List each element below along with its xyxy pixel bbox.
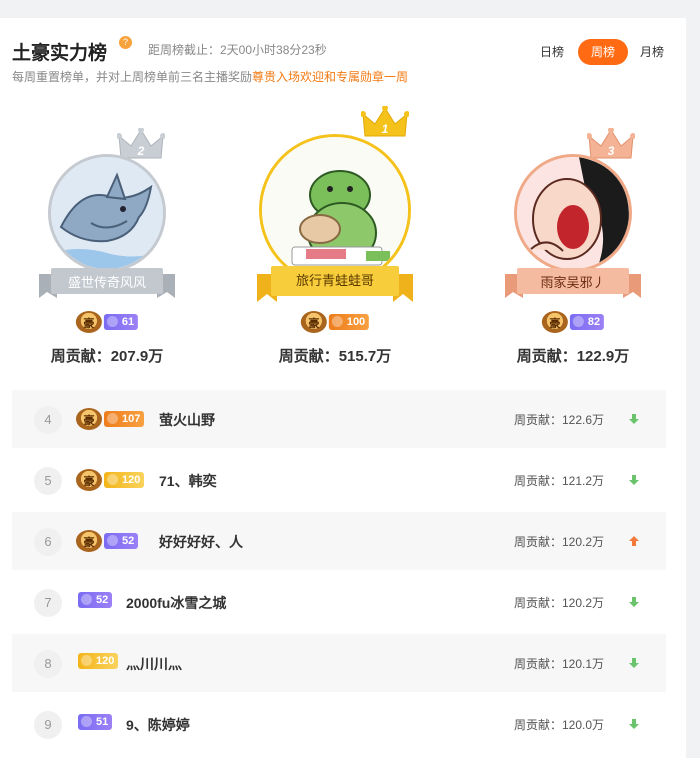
podium-badges: 82 bbox=[541, 311, 605, 333]
podium-contribution: 周贡献：515.7万 bbox=[278, 348, 392, 365]
list-item[interactable]: 4 107 萤火山野 周贡献：122.6万 bbox=[12, 390, 666, 448]
podium-badges: 61 bbox=[75, 311, 139, 333]
description-text: 每周重置榜单，并对上周榜单前三名主播奖励 bbox=[12, 70, 253, 84]
page-title: 土豪实力榜 bbox=[12, 43, 108, 64]
tab-monthly[interactable]: 月榜 bbox=[633, 39, 671, 65]
rank-number: 8 bbox=[34, 650, 62, 678]
podium-badges: 100 bbox=[300, 311, 370, 333]
user-badges: 52 bbox=[76, 530, 139, 554]
rank-number: 7 bbox=[34, 589, 62, 617]
tycoon-badge-icon bbox=[541, 311, 568, 333]
level-badge: 52 bbox=[78, 591, 113, 608]
podium-third[interactable]: 3 雨家吴邪丿 82 周贡献：122.9万 bbox=[483, 128, 663, 368]
weekly-contribution: 周贡献：120.2万 bbox=[514, 535, 605, 549]
weekly-contribution: 周贡献：120.2万 bbox=[514, 596, 605, 610]
podium-contribution: 周贡献：207.9万 bbox=[50, 348, 164, 365]
period-tabs: 日榜 周榜 月榜 bbox=[533, 39, 673, 65]
rank-number: 9 bbox=[34, 711, 62, 739]
user-badges: 120 bbox=[76, 652, 119, 676]
avatar[interactable] bbox=[514, 154, 632, 272]
user-name[interactable]: 灬川川灬 bbox=[126, 654, 182, 674]
podium-name[interactable]: 盛世传奇风风 bbox=[51, 268, 163, 298]
weekly-contribution: 周贡献：122.6万 bbox=[514, 413, 605, 427]
svg-text:2: 2 bbox=[137, 144, 145, 158]
podium-first[interactable]: 1 旅行青蛙蛙哥 100 周贡献：515.7万 bbox=[245, 106, 425, 368]
user-name[interactable]: 9、陈婷婷 bbox=[126, 715, 190, 735]
rank-number: 5 bbox=[34, 467, 62, 495]
level-badge: 82 bbox=[569, 314, 605, 330]
list-item[interactable]: 8 120 灬川川灬 周贡献：120.1万 bbox=[12, 634, 666, 692]
level-badge: 120 bbox=[78, 652, 119, 669]
rank-number: 6 bbox=[34, 528, 62, 556]
level-badge: 107 bbox=[104, 411, 145, 427]
tycoon-badge-icon bbox=[300, 311, 327, 333]
trend-down-icon bbox=[629, 475, 639, 485]
user-name[interactable]: 71、韩奕 bbox=[159, 471, 217, 491]
countdown-text: 距周榜截止：2天00小时38分23秒 bbox=[148, 43, 327, 57]
description-highlight: 尊贵入场欢迎和专属勋章一周 bbox=[252, 70, 409, 84]
level-badge: 100 bbox=[328, 314, 370, 330]
tycoon-badge-icon bbox=[76, 530, 102, 552]
list-item[interactable]: 5 120 71、韩奕 周贡献：121.2万 bbox=[12, 451, 666, 509]
user-badges: 52 bbox=[76, 591, 113, 615]
tycoon-badge-icon bbox=[75, 311, 102, 333]
user-badges: 120 bbox=[76, 469, 145, 493]
level-badge: 61 bbox=[103, 314, 139, 330]
level-badge: 52 bbox=[104, 533, 139, 549]
weekly-contribution: 周贡献：121.2万 bbox=[514, 474, 605, 488]
trend-down-icon bbox=[629, 658, 639, 668]
trend-down-icon bbox=[629, 719, 639, 729]
podium-name[interactable]: 雨家吴邪丿 bbox=[517, 268, 629, 298]
svg-text:1: 1 bbox=[382, 122, 389, 136]
rank-number: 4 bbox=[34, 406, 62, 434]
user-name[interactable]: 2000fu冰雪之城 bbox=[126, 593, 226, 613]
podium-name[interactable]: 旅行青蛙蛙哥 bbox=[271, 266, 399, 296]
trend-up-icon bbox=[629, 536, 639, 546]
podium-contribution: 周贡献：122.9万 bbox=[516, 348, 630, 365]
svg-text:3: 3 bbox=[608, 144, 615, 158]
user-name[interactable]: 好好好好、人 bbox=[159, 532, 243, 552]
help-icon[interactable]: ? bbox=[119, 36, 132, 49]
tab-weekly[interactable]: 周榜 bbox=[578, 39, 628, 65]
level-badge: 51 bbox=[78, 713, 113, 730]
level-badge: 120 bbox=[104, 472, 145, 488]
weekly-contribution: 周贡献：120.1万 bbox=[514, 657, 605, 671]
gold-crown-icon: 1 bbox=[361, 106, 409, 137]
tab-daily[interactable]: 日榜 bbox=[533, 39, 571, 65]
list-item[interactable]: 9 51 9、陈婷婷 周贡献：120.0万 bbox=[12, 695, 666, 753]
list-item[interactable]: 6 52 好好好好、人 周贡献：120.2万 bbox=[12, 512, 666, 570]
user-name[interactable]: 萤火山野 bbox=[159, 410, 215, 430]
tycoon-badge-icon bbox=[76, 408, 102, 430]
trend-down-icon bbox=[629, 414, 639, 424]
weekly-contribution: 周贡献：120.0万 bbox=[514, 718, 605, 732]
user-badges: 107 bbox=[76, 408, 145, 432]
ranking-panel: 土豪实力榜 ? 距周榜截止：2天00小时38分23秒 每周重置榜单，并对上周榜单… bbox=[0, 18, 686, 758]
list-item[interactable]: 7 52 2000fu冰雪之城 周贡献：120.2万 bbox=[12, 573, 666, 631]
avatar[interactable] bbox=[48, 154, 166, 272]
user-badges: 51 bbox=[76, 713, 113, 737]
tycoon-badge-icon bbox=[76, 469, 102, 491]
podium-second[interactable]: 2 盛世传奇风风 61 周贡献：207.9万 bbox=[17, 128, 197, 368]
trend-down-icon bbox=[629, 597, 639, 607]
ranking-description: 每周重置榜单，并对上周榜单前三名主播奖励尊贵入场欢迎和专属勋章一周 bbox=[12, 68, 408, 85]
